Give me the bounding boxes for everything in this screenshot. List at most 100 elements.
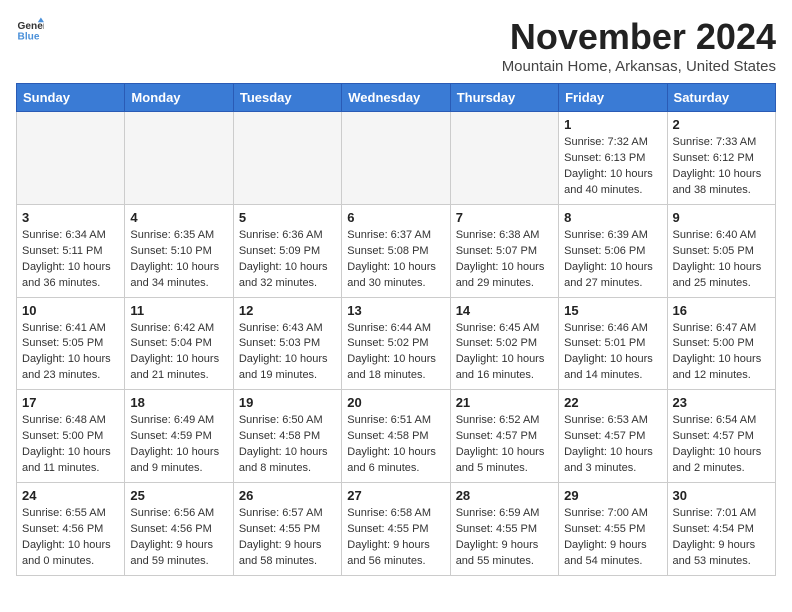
day-number: 19 bbox=[239, 395, 336, 410]
calendar-cell: 5 Sunrise: 6:36 AM Sunset: 5:09 PM Daylig… bbox=[233, 204, 341, 297]
calendar-cell: 10 Sunrise: 6:41 AM Sunset: 5:05 PM Dayli… bbox=[17, 297, 125, 390]
day-number: 11 bbox=[130, 303, 227, 318]
calendar-cell: 8 Sunrise: 6:39 AM Sunset: 5:06 PM Daylig… bbox=[559, 204, 667, 297]
day-number: 16 bbox=[673, 303, 770, 318]
logo: General Blue bbox=[16, 16, 44, 44]
day-number: 13 bbox=[347, 303, 444, 318]
calendar-cell: 3 Sunrise: 6:34 AM Sunset: 5:11 PM Daylig… bbox=[17, 204, 125, 297]
day-number: 1 bbox=[564, 117, 661, 132]
day-info: Sunrise: 6:48 AM Sunset: 5:00 PM Dayligh… bbox=[22, 413, 119, 477]
weekday-header-thursday: Thursday bbox=[450, 84, 558, 112]
calendar-cell: 11 Sunrise: 6:42 AM Sunset: 5:04 PM Dayli… bbox=[125, 297, 233, 390]
day-number: 10 bbox=[22, 303, 119, 318]
calendar-cell: 14Sunrise: 6:45 AM Sunset: 5:02 PM Dayli… bbox=[450, 297, 558, 390]
day-number: 18 bbox=[130, 395, 227, 410]
calendar-cell: 15 Sunrise: 6:46 AM Sunset: 5:01 PM Dayli… bbox=[559, 297, 667, 390]
day-number: 25 bbox=[130, 488, 227, 503]
day-number: 8 bbox=[564, 210, 661, 225]
day-number: 21 bbox=[456, 395, 553, 410]
svg-text:Blue: Blue bbox=[18, 31, 40, 42]
day-info: Sunrise: 6:34 AM Sunset: 5:11 PM Dayligh… bbox=[22, 228, 119, 292]
day-info: Sunrise: 6:46 AM Sunset: 5:01 PM Dayligh… bbox=[564, 321, 661, 385]
calendar-cell: 21 Sunrise: 6:52 AM Sunset: 4:57 PM Dayli… bbox=[450, 390, 558, 483]
day-info: Sunrise: 7:33 AM Sunset: 6:12 PM Dayligh… bbox=[673, 135, 770, 199]
calendar-cell bbox=[233, 112, 341, 205]
day-info: Sunrise: 6:41 AM Sunset: 5:05 PM Dayligh… bbox=[22, 321, 119, 385]
calendar-cell: 17 Sunrise: 6:48 AM Sunset: 5:00 PM Dayli… bbox=[17, 390, 125, 483]
weekday-header-tuesday: Tuesday bbox=[233, 84, 341, 112]
day-info: Sunrise: 6:49 AM Sunset: 4:59 PM Dayligh… bbox=[130, 413, 227, 477]
week-row-3: 10 Sunrise: 6:41 AM Sunset: 5:05 PM Dayli… bbox=[17, 297, 776, 390]
calendar-cell: 16Sunrise: 6:47 AM Sunset: 5:00 PM Dayli… bbox=[667, 297, 775, 390]
day-info: Sunrise: 6:40 AM Sunset: 5:05 PM Dayligh… bbox=[673, 228, 770, 292]
calendar-cell: 27 Sunrise: 6:58 AM Sunset: 4:55 PM Dayli… bbox=[342, 483, 450, 576]
day-info: Sunrise: 7:01 AM Sunset: 4:54 PM Dayligh… bbox=[673, 506, 770, 570]
day-info: Sunrise: 7:00 AM Sunset: 4:55 PM Dayligh… bbox=[564, 506, 661, 570]
day-info: Sunrise: 6:44 AM Sunset: 5:02 PM Dayligh… bbox=[347, 321, 444, 385]
calendar-cell: 28 Sunrise: 6:59 AM Sunset: 4:55 PM Dayli… bbox=[450, 483, 558, 576]
calendar-cell: 20Sunrise: 6:51 AM Sunset: 4:58 PM Dayli… bbox=[342, 390, 450, 483]
calendar-cell: 22 Sunrise: 6:53 AM Sunset: 4:57 PM Dayli… bbox=[559, 390, 667, 483]
week-row-5: 24 Sunrise: 6:55 AM Sunset: 4:56 PM Dayli… bbox=[17, 483, 776, 576]
day-number: 5 bbox=[239, 210, 336, 225]
weekday-header-monday: Monday bbox=[125, 84, 233, 112]
calendar-cell bbox=[17, 112, 125, 205]
title-section: November 2024 Mountain Home, Arkansas, U… bbox=[502, 16, 776, 75]
day-number: 3 bbox=[22, 210, 119, 225]
day-info: Sunrise: 6:53 AM Sunset: 4:57 PM Dayligh… bbox=[564, 413, 661, 477]
day-number: 15 bbox=[564, 303, 661, 318]
day-number: 24 bbox=[22, 488, 119, 503]
calendar-cell: 18 Sunrise: 6:49 AM Sunset: 4:59 PM Dayli… bbox=[125, 390, 233, 483]
week-row-2: 3 Sunrise: 6:34 AM Sunset: 5:11 PM Daylig… bbox=[17, 204, 776, 297]
day-info: Sunrise: 6:35 AM Sunset: 5:10 PM Dayligh… bbox=[130, 228, 227, 292]
week-row-1: 1 Sunrise: 7:32 AM Sunset: 6:13 PM Daylig… bbox=[17, 112, 776, 205]
calendar-cell: 13 Sunrise: 6:44 AM Sunset: 5:02 PM Dayli… bbox=[342, 297, 450, 390]
day-number: 12 bbox=[239, 303, 336, 318]
day-info: Sunrise: 6:57 AM Sunset: 4:55 PM Dayligh… bbox=[239, 506, 336, 570]
calendar-cell bbox=[125, 112, 233, 205]
weekday-header-friday: Friday bbox=[559, 84, 667, 112]
day-info: Sunrise: 6:52 AM Sunset: 4:57 PM Dayligh… bbox=[456, 413, 553, 477]
day-number: 29 bbox=[564, 488, 661, 503]
day-info: Sunrise: 6:38 AM Sunset: 5:07 PM Dayligh… bbox=[456, 228, 553, 292]
calendar-cell: 12 Sunrise: 6:43 AM Sunset: 5:03 PM Dayli… bbox=[233, 297, 341, 390]
page-header: General Blue November 2024 Mountain Home… bbox=[16, 16, 776, 75]
day-number: 28 bbox=[456, 488, 553, 503]
calendar-cell: 30Sunrise: 7:01 AM Sunset: 4:54 PM Dayli… bbox=[667, 483, 775, 576]
calendar-cell: 2Sunrise: 7:33 AM Sunset: 6:12 PM Daylig… bbox=[667, 112, 775, 205]
day-number: 17 bbox=[22, 395, 119, 410]
day-number: 22 bbox=[564, 395, 661, 410]
calendar-cell: 6Sunrise: 6:37 AM Sunset: 5:08 PM Daylig… bbox=[342, 204, 450, 297]
day-number: 26 bbox=[239, 488, 336, 503]
day-info: Sunrise: 6:59 AM Sunset: 4:55 PM Dayligh… bbox=[456, 506, 553, 570]
weekday-header-saturday: Saturday bbox=[667, 84, 775, 112]
day-info: Sunrise: 6:39 AM Sunset: 5:06 PM Dayligh… bbox=[564, 228, 661, 292]
calendar-cell: 1 Sunrise: 7:32 AM Sunset: 6:13 PM Daylig… bbox=[559, 112, 667, 205]
day-number: 23 bbox=[673, 395, 770, 410]
week-row-4: 17 Sunrise: 6:48 AM Sunset: 5:00 PM Dayli… bbox=[17, 390, 776, 483]
day-info: Sunrise: 7:32 AM Sunset: 6:13 PM Dayligh… bbox=[564, 135, 661, 199]
day-info: Sunrise: 6:58 AM Sunset: 4:55 PM Dayligh… bbox=[347, 506, 444, 570]
day-number: 14 bbox=[456, 303, 553, 318]
day-number: 27 bbox=[347, 488, 444, 503]
day-number: 9 bbox=[673, 210, 770, 225]
location-subtitle: Mountain Home, Arkansas, United States bbox=[502, 58, 776, 75]
day-number: 7 bbox=[456, 210, 553, 225]
calendar-cell: 19 Sunrise: 6:50 AM Sunset: 4:58 PM Dayli… bbox=[233, 390, 341, 483]
day-info: Sunrise: 6:54 AM Sunset: 4:57 PM Dayligh… bbox=[673, 413, 770, 477]
day-number: 6 bbox=[347, 210, 444, 225]
day-info: Sunrise: 6:55 AM Sunset: 4:56 PM Dayligh… bbox=[22, 506, 119, 570]
day-info: Sunrise: 6:43 AM Sunset: 5:03 PM Dayligh… bbox=[239, 321, 336, 385]
month-title: November 2024 bbox=[502, 16, 776, 58]
calendar-cell: 23 Sunrise: 6:54 AM Sunset: 4:57 PM Dayli… bbox=[667, 390, 775, 483]
calendar-cell: 26 Sunrise: 6:57 AM Sunset: 4:55 PM Dayli… bbox=[233, 483, 341, 576]
day-number: 4 bbox=[130, 210, 227, 225]
day-info: Sunrise: 6:50 AM Sunset: 4:58 PM Dayligh… bbox=[239, 413, 336, 477]
day-info: Sunrise: 6:56 AM Sunset: 4:56 PM Dayligh… bbox=[130, 506, 227, 570]
calendar-cell bbox=[450, 112, 558, 205]
calendar-cell: 9 Sunrise: 6:40 AM Sunset: 5:05 PM Daylig… bbox=[667, 204, 775, 297]
day-info: Sunrise: 6:51 AM Sunset: 4:58 PM Dayligh… bbox=[347, 413, 444, 477]
weekday-header-row: SundayMondayTuesdayWednesdayThursdayFrid… bbox=[17, 84, 776, 112]
day-info: Sunrise: 6:36 AM Sunset: 5:09 PM Dayligh… bbox=[239, 228, 336, 292]
day-info: Sunrise: 6:42 AM Sunset: 5:04 PM Dayligh… bbox=[130, 321, 227, 385]
